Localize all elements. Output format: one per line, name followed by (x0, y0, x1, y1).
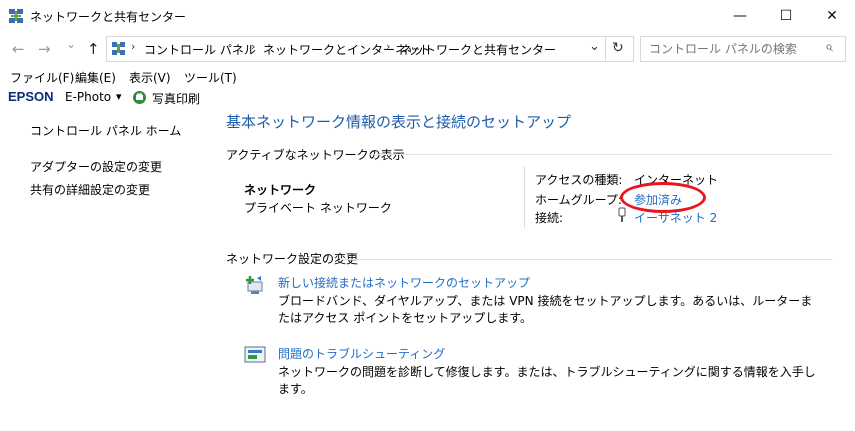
refresh-button[interactable]: ↻ (612, 40, 624, 56)
network-name: ネットワーク (244, 183, 317, 197)
page-title: 基本ネットワーク情報の表示と接続のセットアップ (226, 113, 572, 131)
control-panel-home-link[interactable]: コントロール パネル ホーム (30, 122, 181, 139)
chevron-down-icon: ▾ (116, 90, 122, 103)
e-photo-button[interactable]: E-Photo (65, 90, 111, 104)
divider (524, 166, 525, 228)
divider (340, 259, 833, 260)
troubleshoot-link[interactable]: 問題のトラブルシューティング (278, 345, 445, 362)
ethernet-icon (618, 207, 626, 222)
troubleshoot-icon (244, 346, 266, 363)
menu-view[interactable]: 表示(V) (129, 69, 171, 86)
breadcrumb-separator: › (131, 40, 136, 53)
e-photo-dropdown[interactable]: ▾ (116, 90, 122, 103)
maximize-button[interactable]: ☐ (763, 0, 809, 31)
maximize-icon: ☐ (779, 7, 793, 24)
recent-locations-button[interactable]: ⌄ (66, 37, 76, 51)
breadcrumb-separator: › (386, 40, 391, 53)
minimize-button[interactable]: — (717, 0, 763, 31)
forward-button[interactable]: → (38, 40, 51, 58)
menu-tools[interactable]: ツール(T) (184, 69, 237, 86)
menu-bar: ファイル(F) 編集(E) 表示(V) ツール(T) (0, 66, 855, 88)
address-bar[interactable]: › コントロール パネル › ネットワークとインターネット › ネットワークと共… (106, 36, 634, 62)
epson-logo: EPSON (8, 89, 54, 104)
search-icon[interactable]: ⌕ (825, 39, 833, 55)
menu-edit[interactable]: 編集(E) (75, 69, 116, 86)
close-icon: ✕ (826, 7, 838, 24)
breadcrumb-separator: › (251, 40, 256, 53)
annotation-oval (620, 182, 706, 213)
control-panel-icon (112, 42, 125, 55)
search-input[interactable] (647, 40, 821, 58)
back-arrow-icon: ← (12, 40, 25, 58)
close-button[interactable]: ✕ (809, 0, 855, 31)
chevron-down-icon: ⌄ (66, 37, 77, 51)
refresh-icon: ↻ (612, 40, 624, 56)
up-button[interactable]: ↑ (87, 40, 100, 58)
chevron-down-icon: ⌄ (589, 39, 600, 54)
new-connection-icon (246, 276, 263, 294)
title-bar: ネットワークと共有センター — ☐ ✕ (0, 0, 855, 31)
access-type-label: アクセスの種類: (535, 173, 623, 187)
search-box: ⌕ (640, 36, 846, 62)
divider (370, 154, 833, 155)
network-type: プライベート ネットワーク (244, 201, 392, 215)
epson-toolbar: EPSON E-Photo ▾ 写真印刷 (0, 88, 855, 108)
photo-print-icon (133, 91, 146, 104)
menu-file[interactable]: ファイル(F) (10, 69, 74, 86)
up-arrow-icon: ↑ (87, 40, 100, 58)
breadcrumb-network-sharing-center[interactable]: ネットワークと共有センター (400, 41, 556, 58)
sidebar-item-advanced-sharing[interactable]: 共有の詳細設定の変更 (30, 181, 150, 198)
new-connection-description: ブロードバンド、ダイヤルアップ、または VPN 接続をセットアップします。あるい… (278, 294, 813, 325)
network-center-icon (9, 9, 23, 23)
new-connection-link[interactable]: 新しい接続またはネットワークのセットアップ (278, 274, 530, 291)
homegroup-label: ホームグループ: (535, 193, 622, 207)
sidebar-item-adapter-settings[interactable]: アダプターの設定の変更 (30, 158, 162, 175)
address-row: ← → ⌄ ↑ › コントロール パネル › ネットワークとインターネット › … (0, 33, 855, 63)
divider (605, 37, 606, 61)
photo-print-button[interactable]: 写真印刷 (152, 90, 200, 107)
connection-label: 接続: (535, 211, 564, 225)
back-button[interactable]: ← (12, 40, 25, 58)
minimize-icon: — (733, 7, 747, 24)
change-settings-title: ネットワーク設定の変更 (226, 252, 359, 266)
forward-arrow-icon: → (38, 40, 51, 58)
troubleshoot-description: ネットワークの問題を診断して修復します。または、トラブルシューティングに関する情… (278, 365, 816, 396)
window-title: ネットワークと共有センター (30, 10, 187, 24)
breadcrumb-control-panel[interactable]: コントロール パネル (144, 41, 256, 58)
address-dropdown-button[interactable]: ⌄ (589, 39, 600, 54)
